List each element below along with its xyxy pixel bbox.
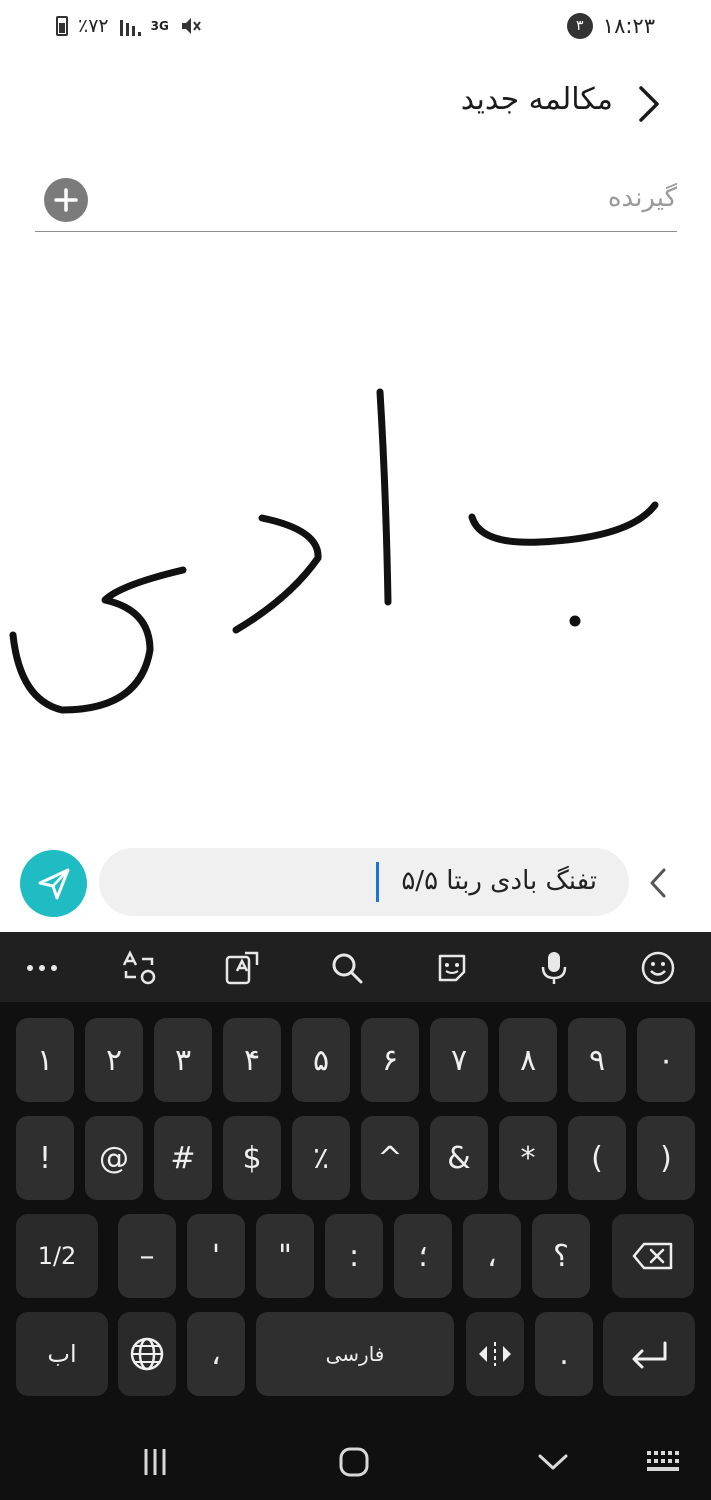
- handwriting-stroke-dal: [232, 514, 322, 634]
- language-key[interactable]: [118, 1312, 176, 1396]
- key-2[interactable]: ۲: [85, 1018, 143, 1102]
- handwriting-stroke-alef: [376, 388, 392, 606]
- composer: تفنگ بادی ربتا ۵/۵: [0, 840, 711, 930]
- voice-input-button[interactable]: [532, 946, 576, 990]
- key-symbols-page[interactable]: 1/2: [16, 1214, 98, 1298]
- mute-icon: [181, 18, 201, 34]
- back-arrow-icon[interactable]: [631, 84, 667, 124]
- backspace-icon: [632, 1242, 673, 1270]
- key-dash[interactable]: –: [118, 1214, 176, 1298]
- key-comma[interactable]: ،: [187, 1312, 245, 1396]
- emoji-icon: [641, 951, 675, 985]
- network-type: 3G: [150, 19, 169, 33]
- signal-icon: [119, 20, 141, 36]
- send-icon: [38, 868, 69, 899]
- language-switch-key[interactable]: اب: [16, 1312, 108, 1396]
- keyboard-switch-button[interactable]: [644, 1442, 684, 1482]
- backspace-key[interactable]: [612, 1214, 694, 1298]
- recent-apps-button[interactable]: [135, 1442, 175, 1482]
- key-percent[interactable]: ٪: [292, 1116, 350, 1200]
- enter-key[interactable]: [603, 1312, 695, 1396]
- enter-icon: [632, 1341, 667, 1369]
- search-icon: [332, 953, 363, 984]
- notification-badge: ۳: [566, 13, 593, 39]
- keyboard: ۱ ۲ ۳ ۴ ۵ ۶ ۷ ۸ ۹ ۰ ! @ # $ ٪ ^ & * ( ) …: [0, 932, 711, 1500]
- handwriting-canvas[interactable]: [0, 240, 711, 830]
- chevron-left-icon[interactable]: [645, 866, 671, 900]
- handwriting-stroke-be: [468, 501, 659, 546]
- add-recipient-button[interactable]: [44, 178, 88, 222]
- search-button[interactable]: [325, 946, 369, 990]
- navigation-bar: [0, 1420, 711, 1500]
- chevron-down-icon: [538, 1454, 568, 1470]
- text-extract-icon: [225, 951, 259, 985]
- microphone-icon: [541, 952, 567, 984]
- key-quote[interactable]: ": [256, 1214, 314, 1298]
- battery-icon: [56, 16, 68, 36]
- hide-keyboard-button[interactable]: [533, 1442, 573, 1482]
- keyboard-toolbar: [0, 932, 711, 1002]
- battery-level: ٪۷۲: [78, 15, 109, 37]
- recipient-row: [35, 168, 677, 232]
- text-caret: [376, 862, 379, 902]
- handwriting-dot: [569, 615, 581, 627]
- key-period[interactable]: .: [535, 1312, 593, 1396]
- message-input[interactable]: تفنگ بادی ربتا ۵/۵: [99, 848, 629, 916]
- key-1[interactable]: ۱: [16, 1018, 74, 1102]
- key-0[interactable]: ۰: [637, 1018, 695, 1102]
- key-7[interactable]: ۷: [430, 1018, 488, 1102]
- key-caret[interactable]: ^: [361, 1116, 419, 1200]
- key-open-paren[interactable]: (: [568, 1116, 626, 1200]
- key-dollar[interactable]: $: [223, 1116, 281, 1200]
- key-6[interactable]: ۶: [361, 1018, 419, 1102]
- recipient-input[interactable]: [157, 176, 677, 220]
- key-3[interactable]: ۳: [154, 1018, 212, 1102]
- home-icon: [339, 1447, 369, 1477]
- key-apostrophe[interactable]: ': [187, 1214, 245, 1298]
- key-at[interactable]: @: [85, 1116, 143, 1200]
- send-button[interactable]: [20, 850, 87, 917]
- handwriting-stroke-ye: [9, 566, 187, 714]
- cursor-move-icon: [479, 1342, 511, 1366]
- text-extract-button[interactable]: [220, 946, 264, 990]
- key-close-paren[interactable]: ): [637, 1116, 695, 1200]
- key-ampersand[interactable]: &: [430, 1116, 488, 1200]
- key-asterisk[interactable]: *: [499, 1116, 557, 1200]
- key-comma-arabic[interactable]: ،: [463, 1214, 521, 1298]
- key-9[interactable]: ۹: [568, 1018, 626, 1102]
- status-icons-left: ٪۷۲ 3G: [56, 14, 203, 38]
- keyboard-icon: [647, 1451, 679, 1471]
- globe-icon: [130, 1337, 164, 1371]
- key-hash[interactable]: #: [154, 1116, 212, 1200]
- key-4[interactable]: ۴: [223, 1018, 281, 1102]
- page-title: مکالمه جدید: [460, 82, 613, 117]
- key-semicolon[interactable]: ؛: [394, 1214, 452, 1298]
- clock: ۱۸:۲۳: [602, 14, 655, 38]
- key-5[interactable]: ۵: [292, 1018, 350, 1102]
- status-icons-right: ۳ ۱۸:۲۳: [566, 13, 655, 39]
- key-question-arabic[interactable]: ؟: [532, 1214, 590, 1298]
- plus-icon: [54, 188, 78, 212]
- message-text: تفنگ بادی ربتا ۵/۵: [401, 866, 597, 896]
- space-key[interactable]: فارسی: [256, 1312, 454, 1396]
- status-bar: ٪۷۲ 3G ۳ ۱۸:۲۳: [0, 0, 711, 56]
- recent-apps-icon: [144, 1449, 166, 1475]
- emoji-button[interactable]: [636, 946, 680, 990]
- sticker-button[interactable]: [430, 946, 474, 990]
- more-dots-icon: [27, 965, 57, 971]
- header: مکالمه جدید: [0, 70, 711, 140]
- more-options-button[interactable]: [20, 946, 64, 990]
- key-colon[interactable]: :: [325, 1214, 383, 1298]
- cursor-move-key[interactable]: [466, 1312, 524, 1396]
- home-button[interactable]: [334, 1442, 374, 1482]
- sticker-icon: [438, 954, 466, 982]
- translate-icon: [122, 950, 156, 985]
- key-8[interactable]: ۸: [499, 1018, 557, 1102]
- translate-button[interactable]: [117, 946, 161, 990]
- key-exclamation[interactable]: !: [16, 1116, 74, 1200]
